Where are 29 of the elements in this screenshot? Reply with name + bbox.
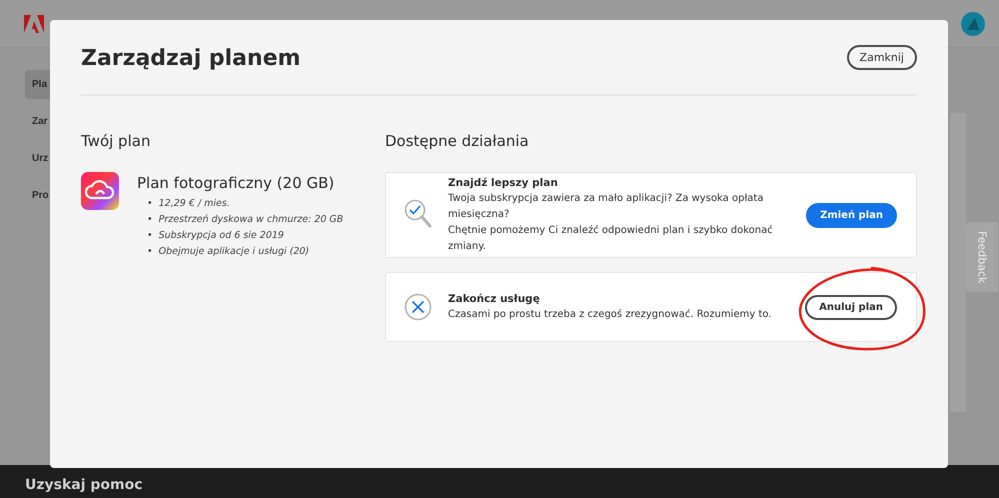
sidebar-item[interactable]: Pro	[25, 181, 50, 210]
action-description: Twoja subskrypcja zawiera za mało aplikacji? Za wysoka opłata miesięczna?	[448, 192, 764, 222]
bullet-mark: •	[147, 197, 153, 211]
action-title: Znajdź lepszy plan	[448, 176, 559, 191]
action-description: Czasami po prostu trzeba z czegoś zrezygnować. Rozumiemy to.	[448, 308, 772, 322]
action-title: Zakończ usługę	[448, 292, 541, 307]
plan-detail: 12,29 € / mies.	[158, 197, 231, 211]
plan-detail: Przestrzeń dyskowa w chmurze: 20 GB	[158, 213, 344, 227]
dialog-title: Zarządzaj planem	[81, 44, 301, 70]
sidebar-item[interactable]: Pla	[25, 70, 50, 99]
app-logo-icon	[81, 172, 119, 210]
bullet-mark: •	[147, 213, 153, 227]
action-description: Chętnie pomożemy Ci znaleźć odpowiedni plan i szybko dokonać zmiany.	[448, 224, 774, 254]
bullet-mark: •	[147, 245, 153, 259]
bullet-mark: •	[147, 229, 153, 243]
sidebar-item[interactable]: Urz	[25, 144, 50, 173]
section-heading: Dostępne działania	[385, 131, 530, 152]
plan-detail: Subskrypcja od 6 sie 2019	[158, 229, 285, 243]
action-button[interactable]: Zmień plan	[806, 202, 897, 228]
section-heading: Twój plan	[81, 131, 152, 152]
plan-detail: Obejmuje aplikacje i usługi (20)	[158, 245, 310, 259]
footer-heading: Uzyskaj pomoc	[25, 477, 144, 493]
cancel-icon	[404, 291, 432, 323]
logo-icon	[24, 14, 44, 32]
action-button[interactable]: Anuluj plan	[805, 294, 897, 320]
close-button[interactable]: Zamknij	[846, 44, 917, 70]
plan-name: Plan fotograficzny (20 GB)	[137, 173, 336, 193]
sidebar-item[interactable]: Zar	[25, 107, 50, 136]
avatar[interactable]	[961, 12, 985, 36]
